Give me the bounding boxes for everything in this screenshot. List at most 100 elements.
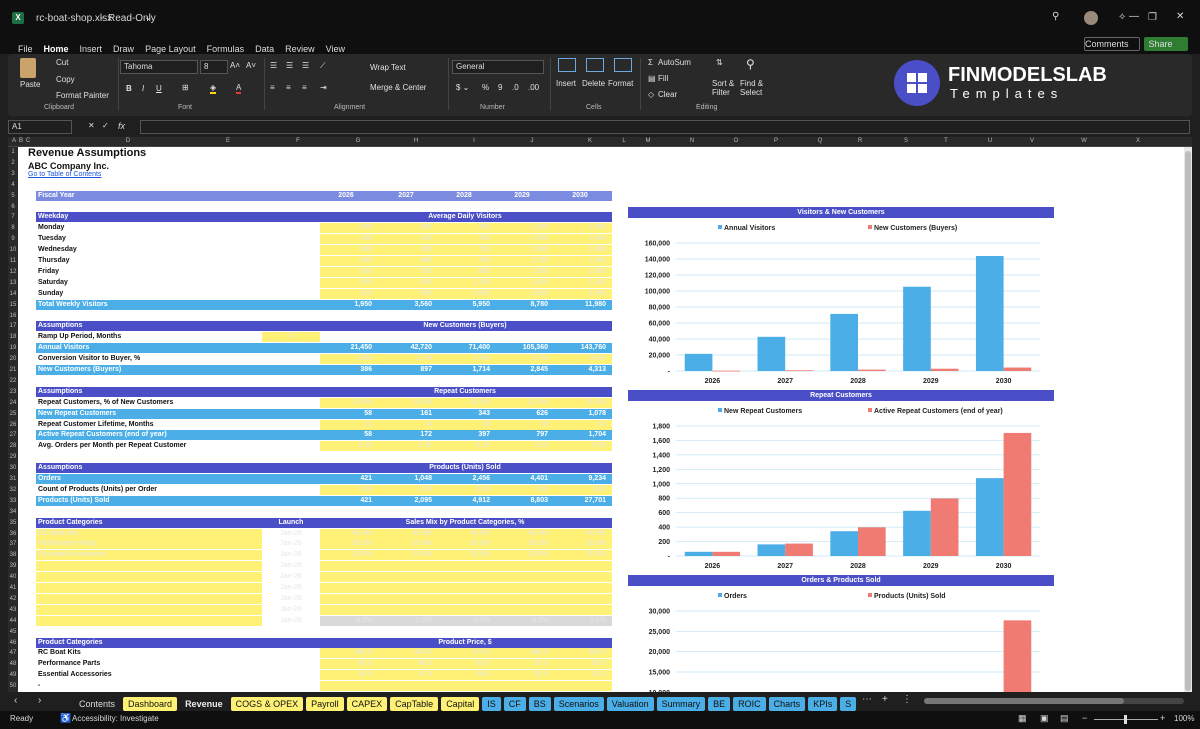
fx-icon[interactable]: fx — [118, 121, 125, 131]
worksheet-grid[interactable]: ABCDEFGHIJKLMNOPQRSTUVWX 1 2 3 4 5 6 7 8 9 10 11 12… — [8, 137, 1192, 693]
minimize-icon[interactable]: — — [1129, 11, 1139, 22]
tab-cogs-opex[interactable]: COGS & OPEX — [230, 697, 304, 711]
table-cell[interactable]: 1,550 — [554, 256, 606, 266]
table-cell[interactable]: 460.0 — [380, 648, 432, 658]
menu-review[interactable]: Review — [285, 44, 315, 54]
table-cell[interactable]: 700 — [438, 234, 490, 244]
menu-insert[interactable]: Insert — [80, 44, 103, 54]
table-cell[interactable] — [320, 572, 372, 582]
table-cell[interactable]: 0.10 — [380, 441, 432, 451]
row-label[interactable]: Products (Units) Sold — [38, 496, 238, 506]
table-cell[interactable]: 0.0% — [438, 616, 490, 626]
table-cell[interactable]: 35.0% — [438, 539, 490, 549]
category-name[interactable]: Performance Parts — [38, 659, 258, 669]
launch-header[interactable]: Launch — [262, 518, 320, 528]
row-label[interactable]: Ramp Up Period, Months — [38, 332, 258, 342]
table-cell[interactable]: 1,100 — [438, 278, 490, 288]
table-cell[interactable]: 1,078 — [554, 409, 606, 419]
chart-orders-products[interactable]: Orders Products (Units) Sold 30,000 25,000 2… — [628, 587, 1054, 693]
table-cell[interactable]: 35.0% — [380, 539, 432, 549]
category-name[interactable]: RC Boat Kits — [38, 529, 258, 539]
table-cell[interactable]: 420 — [380, 234, 432, 244]
table-cell[interactable]: 92.0 — [496, 659, 548, 669]
table-cell[interactable]: 1,150 — [496, 256, 548, 266]
table-cell[interactable]: 8,780 — [496, 300, 548, 310]
find-select-button[interactable]: Find & Select — [740, 79, 772, 97]
category-name[interactable]: - — [38, 594, 258, 604]
wrap-text-button[interactable]: Wrap Text — [370, 63, 406, 72]
table-cell[interactable]: 48.0 — [438, 670, 490, 680]
table-cell[interactable]: 35.0% — [320, 539, 372, 549]
column-header[interactable]: R — [858, 138, 862, 144]
table-cell[interactable]: 25.0% — [496, 550, 548, 560]
table-cell[interactable]: 600 — [380, 289, 432, 299]
tab-s[interactable]: S — [840, 697, 857, 711]
column-header[interactable]: T — [944, 138, 948, 144]
table-cell[interactable]: 35.0% — [554, 539, 606, 549]
zoom-out-icon[interactable]: − — [1082, 713, 1087, 723]
table-cell[interactable]: 397 — [438, 430, 490, 440]
table-cell[interactable]: 1,500 — [496, 289, 548, 299]
tab-be[interactable]: BE — [708, 697, 731, 711]
table-cell[interactable]: 1.00 — [320, 485, 372, 495]
launch-date[interactable]: Jan-26 — [262, 529, 320, 539]
section-label[interactable]: Product Categories — [38, 518, 238, 528]
table-cell[interactable]: 260 — [320, 256, 372, 266]
fill-button[interactable]: Fill — [658, 74, 668, 83]
table-cell[interactable] — [496, 681, 548, 691]
section-label[interactable]: Assumptions — [38, 321, 238, 331]
table-cell[interactable] — [554, 572, 606, 582]
comma-icon[interactable]: 9 — [498, 83, 502, 92]
table-cell[interactable]: 40.0% — [380, 529, 432, 539]
table-cell[interactable]: 2,000 — [554, 289, 606, 299]
table-cell[interactable]: 1,800 — [554, 267, 606, 277]
table-cell[interactable]: 2.00 — [380, 485, 432, 495]
table-cell[interactable]: 3,560 — [380, 300, 432, 310]
table-cell[interactable]: 15.0% — [320, 398, 372, 408]
row-label[interactable]: Count of Products (Units) per Order — [38, 485, 298, 495]
section-title[interactable]: Average Daily Visitors — [320, 212, 610, 222]
shrink-font-icon[interactable]: A˅ — [246, 61, 256, 70]
table-cell[interactable] — [496, 594, 548, 604]
tab-summary[interactable]: Summary — [656, 697, 706, 711]
font-name-select[interactable]: Tahoma — [120, 60, 198, 74]
table-cell[interactable] — [320, 605, 372, 615]
paste-button[interactable]: Paste — [20, 80, 40, 89]
table-cell[interactable]: 47.0 — [380, 670, 432, 680]
table-cell[interactable]: 720 — [438, 245, 490, 255]
table-cell[interactable]: 1,080 — [496, 245, 548, 255]
zoom-level[interactable]: 100% — [1174, 714, 1194, 723]
table-cell[interactable]: 240 — [320, 245, 372, 255]
clear-icon[interactable]: ◇ — [648, 90, 654, 99]
table-cell[interactable]: 1,950 — [320, 300, 372, 310]
section-label[interactable]: Weekday — [38, 212, 238, 222]
cut-button[interactable]: Cut — [56, 58, 68, 67]
launch-date[interactable]: Jan-26 — [262, 583, 320, 593]
table-cell[interactable]: 9,234 — [554, 474, 606, 484]
row-label[interactable]: Annual Visitors — [38, 343, 238, 353]
category-name[interactable]: - — [38, 583, 258, 593]
fill-icon[interactable]: ▤ — [648, 74, 656, 83]
table-cell[interactable]: 105,360 — [496, 343, 548, 353]
table-cell[interactable]: 1,480 — [554, 245, 606, 255]
normal-view-icon[interactable]: ▦ — [1018, 713, 1027, 724]
table-cell[interactable]: 25.0% — [438, 550, 490, 560]
table-cell[interactable]: 40.0% — [554, 529, 606, 539]
table-cell[interactable]: 897 — [380, 365, 432, 375]
column-header[interactable]: O — [734, 138, 739, 144]
restore-icon[interactable]: ❐ — [1148, 12, 1157, 23]
row-label[interactable]: Avg. Orders per Month per Repeat Custome… — [38, 441, 318, 451]
format-painter-button[interactable]: Format Painter — [56, 91, 109, 100]
tab-cf[interactable]: CF — [503, 697, 526, 711]
page-layout-view-icon[interactable]: ▣ — [1040, 713, 1049, 724]
table-cell[interactable] — [496, 561, 548, 571]
table-cell[interactable]: 18.0% — [380, 398, 432, 408]
menu-formulas[interactable]: Formulas — [207, 44, 245, 54]
column-header[interactable]: P — [774, 138, 778, 144]
table-cell[interactable]: 1,500 — [554, 223, 606, 233]
menu-file[interactable]: File — [18, 44, 33, 54]
table-cell[interactable]: 2.00 — [438, 485, 490, 495]
table-cell[interactable]: 20.0% — [438, 398, 490, 408]
table-cell[interactable]: 780 — [438, 256, 490, 266]
year-header[interactable]: 2027 — [380, 191, 432, 201]
